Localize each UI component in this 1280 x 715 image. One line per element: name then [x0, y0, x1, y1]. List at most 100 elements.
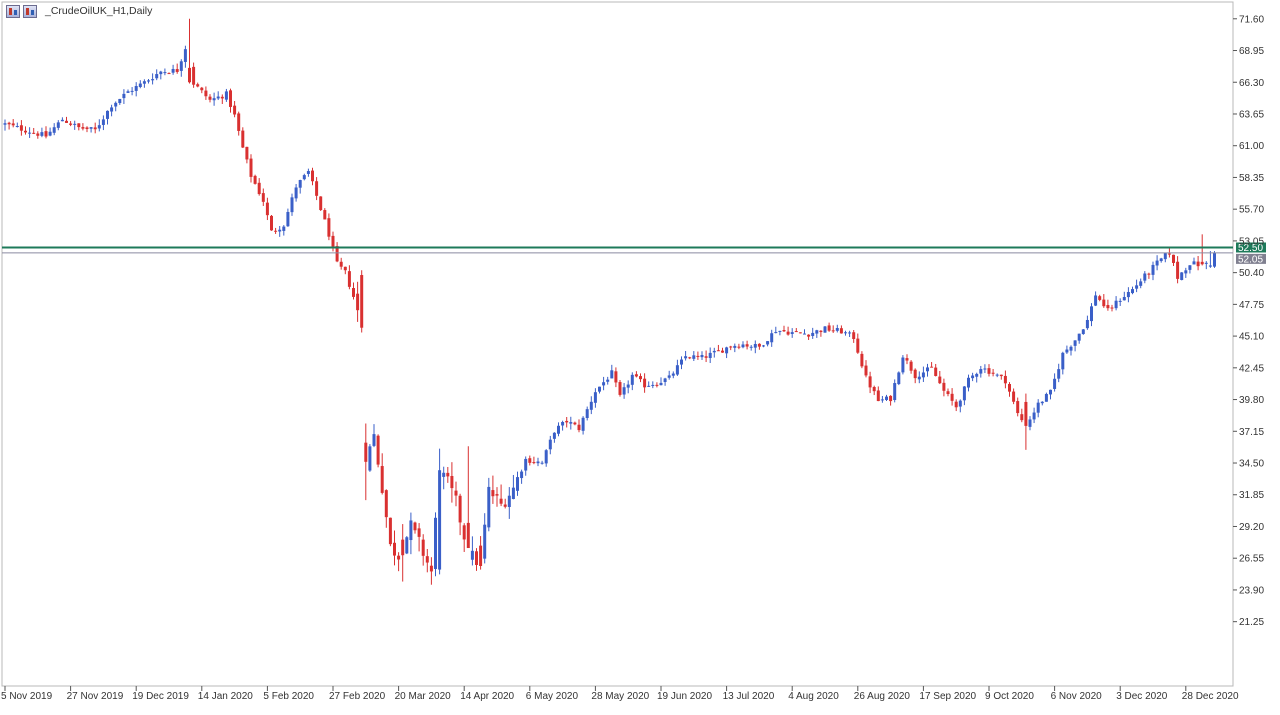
candle-body [339, 261, 343, 267]
candle-body [667, 375, 671, 378]
price-tick-label: 63.65 [1239, 109, 1264, 120]
candle-body [1094, 295, 1098, 306]
candle-body [1016, 401, 1020, 414]
time-tick-label: 6 May 2020 [526, 691, 579, 702]
candle [388, 517, 392, 547]
candle-body [1200, 261, 1204, 265]
candle-body [24, 130, 27, 133]
candle-body [196, 84, 200, 87]
candle-body [1012, 391, 1016, 402]
candle-body [1196, 261, 1200, 267]
time-tick-label: 6 Nov 2020 [1051, 691, 1103, 702]
candle [368, 444, 372, 472]
candle-body [991, 372, 995, 374]
candle-body [163, 72, 167, 74]
candle-body [1143, 273, 1147, 281]
candle-body [438, 470, 442, 570]
candle-body [479, 545, 483, 566]
candle-body [81, 127, 85, 129]
candle-body [364, 442, 368, 462]
candle-body [516, 477, 519, 491]
candle-body [880, 399, 884, 401]
candle-body [909, 361, 913, 371]
candle-body [1106, 305, 1110, 309]
candle-body [270, 215, 273, 231]
price-tick-label: 58.35 [1239, 173, 1264, 184]
candle-body [32, 132, 36, 134]
price-tick-label: 29.20 [1239, 522, 1264, 533]
time-tick-label: 26 Aug 2020 [854, 691, 911, 702]
candle-body [979, 369, 983, 374]
candle-body [835, 328, 839, 331]
candle-body [1213, 252, 1216, 267]
candle-body [134, 86, 138, 91]
candle-body [708, 352, 712, 359]
candle-body [253, 175, 257, 184]
candle-body [626, 384, 630, 388]
chart-window[interactable]: 52.50 52.05 71.60 68.95 66.30 63.65 61.00 58.3… [0, 0, 1280, 710]
candle-body [839, 328, 843, 334]
candle-body [44, 131, 48, 137]
time-tick-label: 5 Nov 2019 [1, 691, 53, 702]
candle-body [311, 170, 314, 182]
candle-body [684, 356, 688, 359]
candle-body [803, 333, 806, 335]
candle-body [319, 196, 323, 211]
candle-body [577, 424, 581, 431]
candle-body [372, 434, 376, 446]
candle-body [274, 230, 278, 232]
candle-body [1008, 383, 1011, 392]
candle [798, 332, 802, 334]
candle-body [602, 382, 606, 386]
candle-body [1040, 401, 1044, 404]
current-price-label: 52.05 [1238, 254, 1263, 265]
candle-body [376, 435, 380, 465]
candle-body [19, 125, 23, 131]
candle-body [1184, 270, 1188, 274]
candle-body [675, 365, 679, 375]
price-tick-label: 50.40 [1239, 268, 1264, 279]
price-tick-label: 71.60 [1239, 14, 1264, 25]
chart-properties-icon[interactable] [6, 5, 20, 18]
candle-body [1180, 272, 1184, 280]
chart-template-icon[interactable] [23, 5, 37, 18]
candle-body [827, 325, 831, 331]
candle-body [294, 187, 298, 199]
candle [434, 512, 437, 577]
candle-body [958, 400, 962, 407]
candlestick-chart[interactable]: 52.5052.05 71.6068.9566.3063.6561.0058.3… [0, 0, 1280, 710]
candle-body [192, 66, 196, 85]
candle [823, 326, 827, 333]
candle-body [409, 520, 413, 541]
candle-body [868, 376, 872, 388]
candle-body [130, 90, 134, 92]
candle-body [598, 386, 601, 392]
time-tick-label: 9 Oct 2020 [985, 691, 1034, 702]
candle-body [786, 331, 790, 335]
candle-body [930, 366, 934, 368]
chart-window-icons[interactable] [6, 5, 37, 18]
candle-body [557, 425, 560, 434]
candle-body [729, 346, 733, 348]
candle-body [774, 332, 778, 334]
candle-body [630, 374, 634, 385]
price-tick-label: 66.30 [1239, 78, 1264, 89]
candle-body [405, 537, 409, 554]
time-tick-label: 20 Mar 2020 [395, 691, 452, 702]
candle-body [1028, 419, 1032, 427]
candle-body [1208, 265, 1212, 267]
chart-symbol-title: _CrudeOilUK_H1,Daily [45, 5, 153, 17]
candle-body [454, 490, 458, 496]
candle-body [950, 393, 954, 401]
candle-body [745, 344, 749, 347]
candle [1044, 392, 1048, 402]
candle-body [85, 127, 89, 130]
candle-body [384, 490, 388, 518]
candle-body [540, 462, 544, 464]
candle-body [450, 475, 454, 489]
candle-body [1176, 261, 1180, 279]
candle-body [1163, 253, 1167, 260]
candle-body [528, 458, 532, 463]
candle-body [298, 179, 302, 188]
candle-body [458, 495, 462, 523]
